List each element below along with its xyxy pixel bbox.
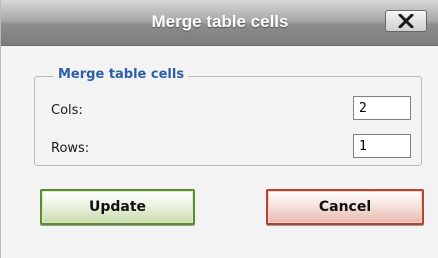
merge-cells-dialog: Merge table cells Merge table cells Cols… <box>0 0 438 258</box>
rows-input[interactable] <box>353 134 411 158</box>
update-button[interactable]: Update <box>40 189 195 225</box>
group-legend: Merge table cells <box>54 66 189 84</box>
rows-label: Rows: <box>51 141 90 156</box>
close-button[interactable] <box>385 10 427 32</box>
cancel-button[interactable]: Cancel <box>266 189 424 225</box>
close-icon <box>398 14 414 28</box>
cols-input[interactable] <box>353 96 411 120</box>
dialog-titlebar[interactable]: Merge table cells <box>1 0 438 46</box>
dialog-title: Merge table cells <box>151 12 289 31</box>
cols-label: Cols: <box>51 103 83 118</box>
